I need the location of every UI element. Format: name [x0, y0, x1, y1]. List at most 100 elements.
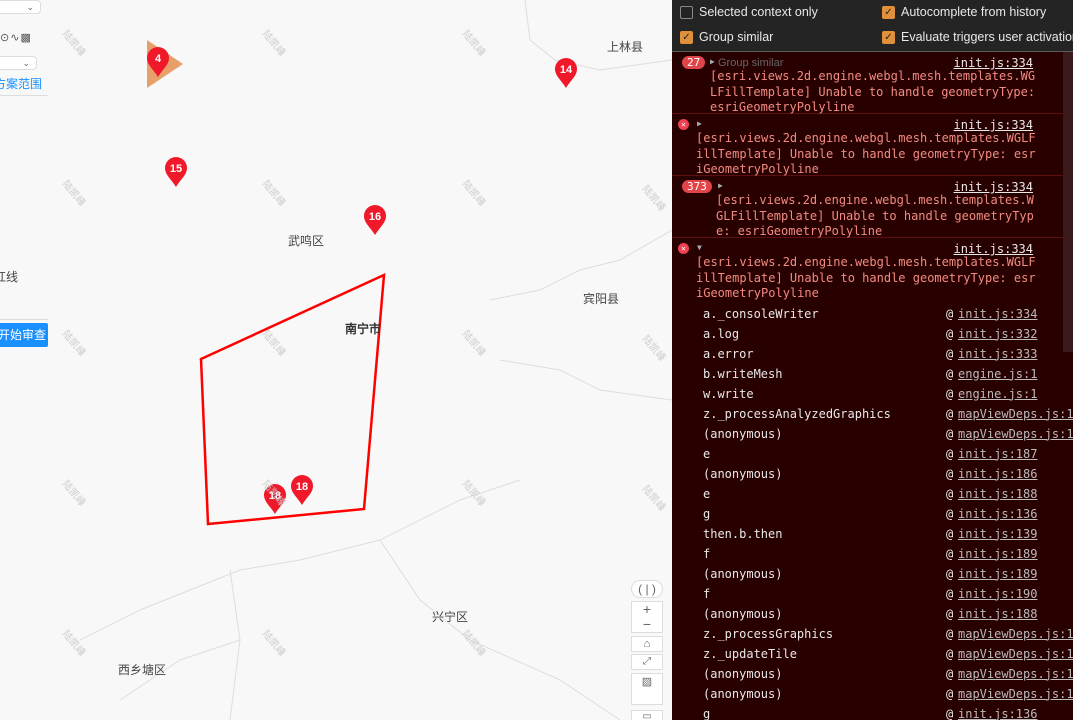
map-view[interactable]: 4 14 15 16 18 18 上林县 武鸣区 宾阳县 南宁市 兴宁区 西乡塘区 陆凯峰… — [0, 0, 672, 720]
expand-triangle-icon[interactable]: ▶ — [697, 119, 702, 128]
basemap-icon[interactable]: ▨ — [631, 673, 663, 705]
option-label: Selected context only — [699, 5, 818, 19]
dropdown-select-2[interactable]: ⌄ — [0, 56, 37, 70]
polyline-icon[interactable]: ∿ — [10, 32, 20, 44]
at-sign: @ — [946, 626, 954, 641]
start-review-button[interactable]: 开始审查 — [0, 323, 48, 347]
stack-source-link[interactable]: init.js:189 — [958, 564, 1037, 584]
marker-label: 14 — [560, 64, 573, 76]
stack-source-link[interactable]: mapViewDeps.js:1 — [958, 624, 1073, 644]
stack-source-link[interactable]: init.js:188 — [958, 604, 1037, 624]
source-link[interactable]: init.js:334 — [954, 180, 1033, 194]
zoom-control: + − — [631, 601, 663, 633]
stack-source-link[interactable]: mapViewDeps.js:1 — [958, 684, 1073, 704]
source-link[interactable]: init.js:334 — [954, 56, 1033, 70]
label-xixiangtang: 西乡塘区 — [118, 663, 167, 677]
source-link[interactable]: init.js:334 — [954, 242, 1033, 256]
at-sign: @ — [946, 606, 954, 621]
marker-label: 4 — [155, 53, 162, 65]
stack-frame: (anonymous) @ mapViewDeps.js:1 — [672, 424, 1073, 444]
dropdown-select[interactable]: ⌄ — [0, 0, 41, 14]
stack-source-link[interactable]: mapViewDeps.js:1 — [958, 424, 1073, 444]
hatch-polygon-icon[interactable]: ▩ — [20, 32, 31, 44]
stack-trace: a._consoleWriter @ init.js:334 a.log @ init.j… — [672, 304, 1073, 720]
stack-source-link[interactable]: init.js:188 — [958, 484, 1037, 504]
stack-source-link[interactable]: mapViewDeps.js:1 — [958, 664, 1073, 684]
tooltip: Group similar — [718, 57, 784, 69]
stack-source-link[interactable]: init.js:136 — [958, 704, 1037, 720]
stack-frame: z._processAnalyzedGraphics @ mapViewDeps.j… — [672, 404, 1073, 424]
stack-source-link[interactable]: init.js:332 — [958, 324, 1037, 344]
label-wuming: 武鸣区 — [288, 234, 325, 248]
redline-label: 红线 — [0, 270, 19, 284]
circle-icon[interactable]: ⊙ — [0, 32, 10, 44]
checkbox[interactable]: ✓ — [882, 30, 895, 44]
scrollbar[interactable] — [1063, 52, 1073, 352]
console-entry-expanded[interactable]: ✕ ▼ init.js:334 [esri.views.2d.engine.we… — [672, 238, 1073, 720]
checkbox[interactable]: ✓ — [882, 5, 895, 19]
stack-frame: g @ init.js:136 — [672, 704, 1073, 720]
map-marker-pin[interactable]: 14 — [555, 58, 577, 88]
map-canvas: 41415161818 — [79, 0, 672, 720]
function-name: (anonymous) — [703, 686, 783, 701]
fullscreen-icon[interactable]: ⤢ — [631, 654, 663, 670]
map-marker-pin[interactable]: 16 — [364, 205, 386, 235]
stack-source-link[interactable]: init.js:333 — [958, 344, 1037, 364]
console-settings: Selected context only ✓ Autocomplete from… — [672, 0, 1073, 52]
stack-frame: g @ init.js:136 — [672, 504, 1073, 524]
option-label: Autocomplete from history — [901, 5, 1047, 19]
stack-source-link[interactable]: engine.js:1 — [958, 384, 1037, 404]
road — [524, 0, 672, 71]
stack-source-link[interactable]: engine.js:1 — [958, 364, 1037, 384]
map-marker-pin[interactable]: 15 — [165, 157, 187, 187]
stack-source-link[interactable]: init.js:187 — [958, 444, 1037, 464]
function-name: (anonymous) — [703, 426, 783, 441]
function-name: e — [703, 446, 711, 461]
console-entry[interactable]: 27 ▶ Group similar init.js:334 [esri.vie… — [672, 52, 1073, 114]
at-sign: @ — [946, 686, 954, 701]
stack-source-link[interactable]: init.js:186 — [958, 464, 1037, 484]
stack-source-link[interactable]: init.js:139 — [958, 524, 1037, 544]
legend-icon[interactable]: ▭ — [631, 710, 663, 720]
stack-source-link[interactable]: mapViewDeps.js:1 — [958, 404, 1073, 424]
stack-frame: (anonymous) @ mapViewDeps.js:1 — [672, 684, 1073, 704]
source-link[interactable]: init.js:334 — [954, 118, 1033, 132]
console-entry[interactable]: 373 ▶ init.js:334 [esri.views.2d.engine.… — [672, 176, 1073, 238]
at-sign: @ — [946, 386, 954, 401]
function-name: (anonymous) — [703, 666, 783, 681]
at-sign: @ — [946, 506, 954, 521]
stack-frame: z._processGraphics @ mapViewDeps.js:1 — [672, 624, 1073, 644]
map-marker-pin[interactable]: 18 — [291, 475, 313, 505]
divider — [0, 95, 48, 96]
expand-triangle-icon[interactable]: ▶ — [710, 57, 715, 66]
stack-frame: then.b.then @ init.js:139 — [672, 524, 1073, 544]
zoom-in-icon[interactable]: + — [632, 602, 662, 617]
compass-icon[interactable]: ( | ) — [631, 580, 663, 598]
evaluate-triggers-option[interactable]: ✓ Evaluate triggers user activation — [882, 30, 1073, 44]
zoom-out-icon[interactable]: − — [632, 617, 662, 632]
at-sign: @ — [946, 546, 954, 561]
stack-frame: a._consoleWriter @ init.js:334 — [672, 304, 1073, 324]
stack-source-link[interactable]: mapViewDeps.js:1 — [958, 644, 1073, 664]
checkbox[interactable] — [680, 5, 693, 19]
stack-frame: (anonymous) @ init.js:189 — [672, 564, 1073, 584]
at-sign: @ — [946, 526, 954, 541]
home-icon[interactable]: ⌂ — [631, 636, 663, 652]
checkbox[interactable]: ✓ — [680, 30, 693, 44]
scope-link[interactable]: 方案范围 — [0, 75, 42, 92]
stack-source-link[interactable]: init.js:334 — [958, 304, 1037, 324]
function-name: z._updateTile — [703, 646, 797, 661]
stack-source-link[interactable]: init.js:136 — [958, 504, 1037, 524]
console-entry[interactable]: ✕ ▶ init.js:334 [esri.views.2d.engine.we… — [672, 114, 1073, 176]
expand-triangle-icon[interactable]: ▶ — [718, 181, 723, 190]
stack-source-link[interactable]: init.js:189 — [958, 544, 1037, 564]
stack-source-link[interactable]: init.js:190 — [958, 584, 1037, 604]
group-similar-option[interactable]: ✓ Group similar — [680, 30, 773, 44]
collapse-triangle-icon[interactable]: ▼ — [697, 243, 702, 252]
stack-frame: f @ init.js:189 — [672, 544, 1073, 564]
selected-context-only-option[interactable]: Selected context only — [680, 5, 818, 19]
label-binyang: 宾阳县 — [583, 292, 620, 306]
label-shanglin: 上林县 — [607, 40, 644, 54]
autocomplete-option[interactable]: ✓ Autocomplete from history — [882, 5, 1046, 19]
stack-frame: (anonymous) @ init.js:188 — [672, 604, 1073, 624]
